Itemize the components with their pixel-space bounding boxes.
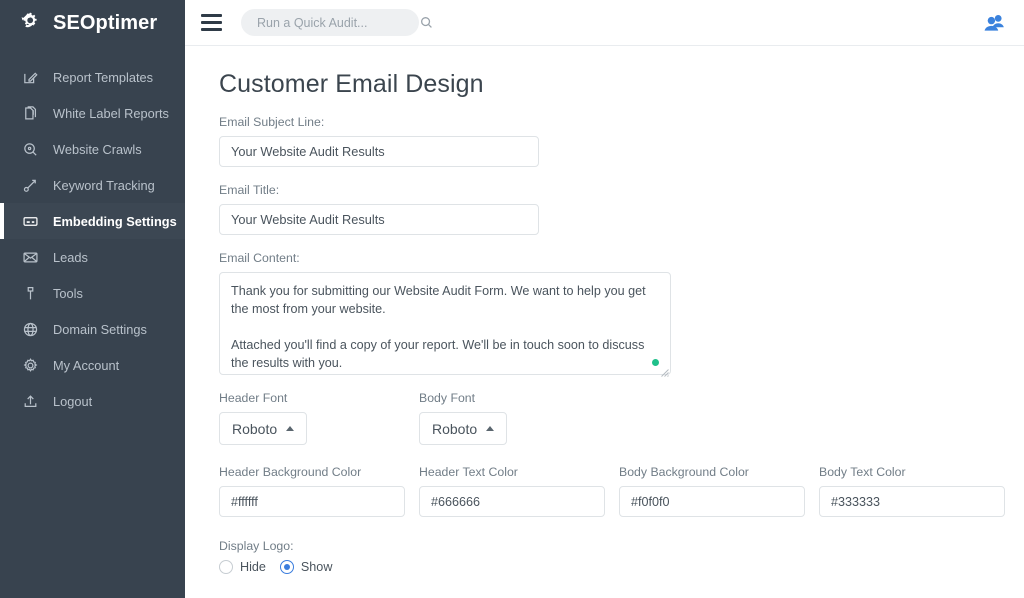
email-content-label: Email Content: xyxy=(219,251,1024,265)
header-text-color-label: Header Text Color xyxy=(419,465,619,479)
sidebar-item-label: White Label Reports xyxy=(53,106,169,121)
hamburger-bar xyxy=(201,21,222,24)
sidebar-item-embedding-settings[interactable]: Embedding Settings xyxy=(0,203,185,239)
header-text-color-input[interactable] xyxy=(419,486,605,517)
display-logo-radio-group: Hide Show xyxy=(219,560,1024,574)
main-area: Customer Email Design Email Subject Line… xyxy=(185,0,1024,598)
envelope-icon xyxy=(22,249,39,266)
sidebar-item-label: Logout xyxy=(53,394,92,409)
sidebar-nav: Report Templates White Label Reports Web… xyxy=(0,46,185,419)
header-font-dropdown[interactable]: Roboto xyxy=(219,412,307,445)
sidebar-item-label: Embedding Settings xyxy=(53,214,177,229)
brand-name: SEOptimer xyxy=(53,12,157,35)
body-bg-color-field: Body Background Color xyxy=(619,465,819,517)
sidebar-item-website-crawls[interactable]: Website Crawls xyxy=(0,131,185,167)
body-font-label: Body Font xyxy=(419,391,619,405)
sidebar: SEOptimer Report Templates White Label R… xyxy=(0,0,185,598)
users-icon[interactable] xyxy=(982,13,1006,33)
body-bg-color-input[interactable] xyxy=(619,486,805,517)
radio-hide-label: Hide xyxy=(240,560,266,574)
wrench-icon xyxy=(22,285,39,302)
sidebar-item-white-label-reports[interactable]: White Label Reports xyxy=(0,95,185,131)
header-bg-color-label: Header Background Color xyxy=(219,465,419,479)
display-logo-option-hide[interactable]: Hide xyxy=(219,560,266,574)
radio-show-label: Show xyxy=(301,560,333,574)
search-input[interactable] xyxy=(255,15,420,31)
color-row: Header Background Color Header Text Colo… xyxy=(219,465,1024,517)
sidebar-item-label: Domain Settings xyxy=(53,322,147,337)
radio-show-icon[interactable] xyxy=(280,560,294,574)
quick-audit-search[interactable] xyxy=(241,9,419,36)
body-text-color-field: Body Text Color xyxy=(819,465,1019,517)
sidebar-item-label: Report Templates xyxy=(53,70,153,85)
sidebar-item-my-account[interactable]: My Account xyxy=(0,347,185,383)
sidebar-item-report-templates[interactable]: Report Templates xyxy=(0,59,185,95)
body-font-value: Roboto xyxy=(432,421,477,437)
topbar xyxy=(185,0,1024,46)
email-subject-label: Email Subject Line: xyxy=(219,115,1024,129)
display-logo-option-show[interactable]: Show xyxy=(280,560,333,574)
edit-square-icon xyxy=(22,69,39,86)
resize-handle-icon[interactable] xyxy=(660,364,669,373)
email-subject-input[interactable] xyxy=(219,136,539,167)
trend-line-icon xyxy=(22,177,39,194)
sidebar-item-label: Website Crawls xyxy=(53,142,142,157)
email-title-field: Email Title: xyxy=(219,183,1024,235)
email-title-label: Email Title: xyxy=(219,183,1024,197)
header-font-label: Header Font xyxy=(219,391,419,405)
body-bg-color-label: Body Background Color xyxy=(619,465,819,479)
header-bg-color-input[interactable] xyxy=(219,486,405,517)
email-content-textarea[interactable] xyxy=(219,272,671,375)
header-bg-color-field: Header Background Color xyxy=(219,465,419,517)
sidebar-item-domain-settings[interactable]: Domain Settings xyxy=(0,311,185,347)
font-row: Header Font Roboto Body Font Roboto xyxy=(219,391,1024,445)
hamburger-bar xyxy=(201,28,222,31)
search-icon xyxy=(420,16,433,29)
search-circle-icon xyxy=(22,141,39,158)
sidebar-item-label: Tools xyxy=(53,286,83,301)
sidebar-item-label: My Account xyxy=(53,358,119,373)
sidebar-item-logout[interactable]: Logout xyxy=(0,383,185,419)
display-logo-label: Display Logo: xyxy=(219,539,1024,553)
sidebar-item-label: Leads xyxy=(53,250,88,265)
gear-refresh-icon xyxy=(18,10,44,36)
radio-hide-icon[interactable] xyxy=(219,560,233,574)
brand-logo[interactable]: SEOptimer xyxy=(0,0,185,46)
logout-upload-icon xyxy=(22,393,39,410)
sidebar-item-keyword-tracking[interactable]: Keyword Tracking xyxy=(0,167,185,203)
display-logo-field: Display Logo: Hide Show xyxy=(219,539,1024,574)
header-font-value: Roboto xyxy=(232,421,277,437)
status-dot-icon xyxy=(652,359,659,366)
sidebar-item-leads[interactable]: Leads xyxy=(0,239,185,275)
sidebar-item-label: Keyword Tracking xyxy=(53,178,155,193)
body-text-color-input[interactable] xyxy=(819,486,1005,517)
globe-icon xyxy=(22,321,39,338)
app-root: SEOptimer Report Templates White Label R… xyxy=(0,0,1024,598)
email-content-field: Email Content: xyxy=(219,251,1024,375)
email-title-input[interactable] xyxy=(219,204,539,235)
header-font-field: Header Font Roboto xyxy=(219,391,419,445)
email-subject-field: Email Subject Line: xyxy=(219,115,1024,167)
email-content-wrapper xyxy=(219,272,671,375)
documents-icon xyxy=(22,105,39,122)
body-text-color-label: Body Text Color xyxy=(819,465,1019,479)
page-title: Customer Email Design xyxy=(219,70,1024,99)
content-area: Customer Email Design Email Subject Line… xyxy=(185,46,1024,598)
embed-box-icon xyxy=(22,213,39,230)
caret-up-icon xyxy=(486,426,494,431)
body-font-field: Body Font Roboto xyxy=(419,391,619,445)
hamburger-icon[interactable] xyxy=(201,12,223,34)
header-text-color-field: Header Text Color xyxy=(419,465,619,517)
body-font-dropdown[interactable]: Roboto xyxy=(419,412,507,445)
gear-icon xyxy=(22,357,39,374)
sidebar-item-tools[interactable]: Tools xyxy=(0,275,185,311)
hamburger-bar xyxy=(201,14,222,17)
caret-up-icon xyxy=(286,426,294,431)
